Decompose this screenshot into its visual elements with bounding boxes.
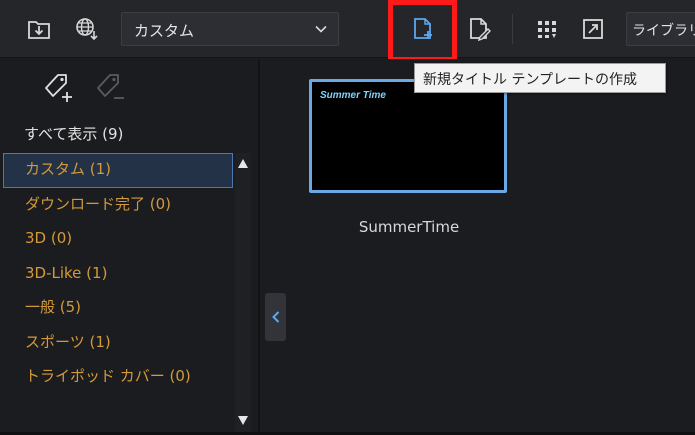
thumbnail-title-text: Summer Time bbox=[320, 90, 386, 101]
collapse-sidebar-button[interactable] bbox=[265, 293, 286, 341]
resize-button[interactable] bbox=[576, 12, 610, 46]
category-item[interactable]: ダウンロード完了 (0) bbox=[3, 188, 233, 223]
category-item[interactable]: カスタム (1) bbox=[3, 153, 233, 188]
grid-view-icon bbox=[538, 21, 556, 38]
category-item[interactable]: スポーツ (1) bbox=[3, 326, 233, 361]
template-caption: SummerTime bbox=[358, 218, 460, 236]
chevron-down-icon bbox=[315, 25, 327, 33]
remove-tag-icon bbox=[97, 74, 124, 99]
import-folder-icon[interactable] bbox=[22, 12, 56, 46]
category-dropdown-value: カスタム bbox=[134, 22, 195, 40]
tag-sidebar: すべて表示 (9) カスタム (1) ダウンロード完了 (0) 3D (0) 3… bbox=[0, 59, 258, 435]
toolbar: カスタム ライブラリ bbox=[0, 0, 695, 62]
add-tag-button[interactable] bbox=[42, 71, 76, 109]
template-thumbnail[interactable]: Summer Time bbox=[309, 79, 507, 193]
grid-view-button[interactable] bbox=[530, 12, 564, 46]
scroll-down-arrow-icon[interactable] bbox=[235, 413, 251, 427]
category-item[interactable]: トライポッド カバー (0) bbox=[3, 360, 233, 395]
library-dropdown-value: ライブラリ bbox=[632, 23, 695, 39]
category-list: カスタム (1) ダウンロード完了 (0) 3D (0) 3D-Like (1)… bbox=[3, 153, 233, 395]
edit-template-button[interactable] bbox=[462, 12, 496, 46]
tooltip: 新規タイトル テンプレートの作成 bbox=[414, 63, 666, 93]
highlight-frame bbox=[388, 0, 457, 62]
scroll-up-arrow-icon[interactable] bbox=[235, 155, 251, 169]
remove-tag-button[interactable] bbox=[94, 71, 128, 109]
category-dropdown[interactable]: カスタム bbox=[121, 12, 339, 46]
toolbar-separator bbox=[512, 14, 513, 44]
resize-icon bbox=[583, 19, 603, 39]
library-dropdown[interactable]: ライブラリ bbox=[626, 12, 695, 46]
category-item[interactable]: 一般 (5) bbox=[3, 291, 233, 326]
category-item[interactable]: 3D (0) bbox=[3, 222, 233, 257]
sidebar-scrollbar[interactable] bbox=[235, 153, 251, 433]
add-tag-icon bbox=[45, 74, 72, 102]
edit-document-icon bbox=[470, 18, 491, 42]
chevron-left-icon bbox=[271, 311, 279, 323]
category-item[interactable]: 3D-Like (1) bbox=[3, 257, 233, 292]
show-all-tags[interactable]: すべて表示 (9) bbox=[24, 123, 123, 144]
globe-download-icon[interactable] bbox=[70, 12, 104, 46]
